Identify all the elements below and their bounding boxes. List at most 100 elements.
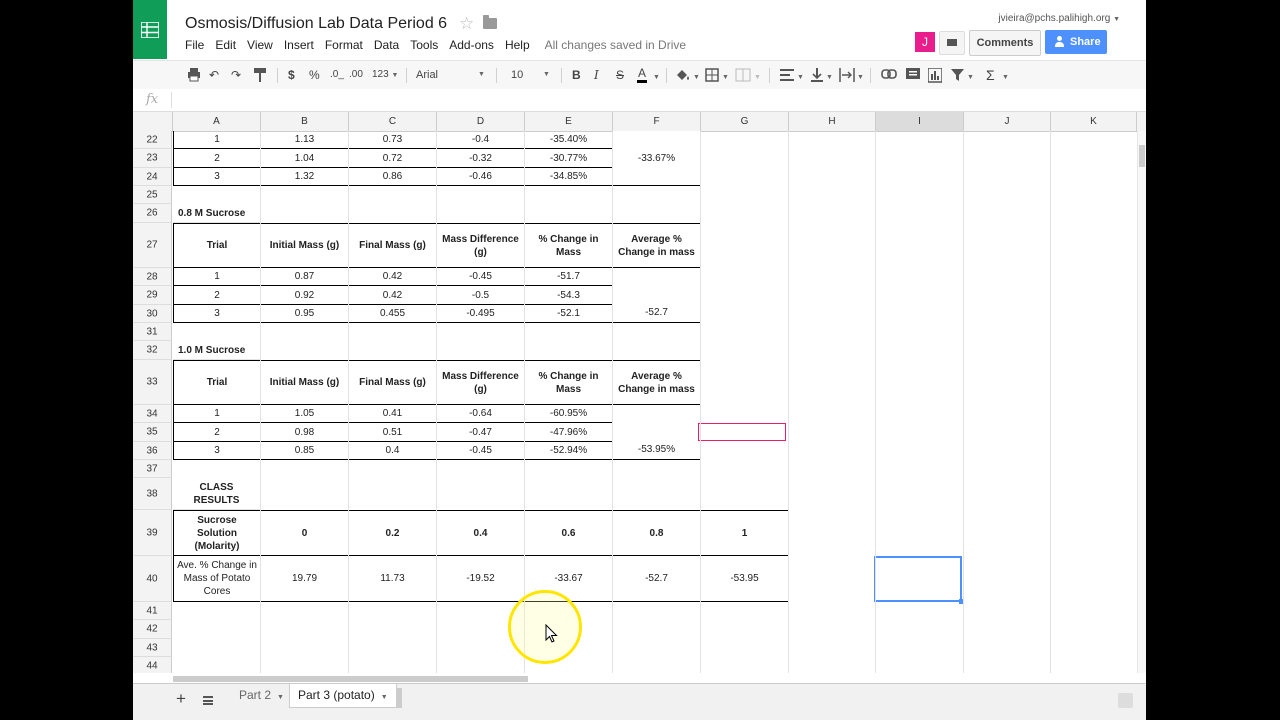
header-cell[interactable]: Trial	[173, 223, 261, 268]
cell[interactable]: 0.92	[261, 286, 349, 305]
sheets-logo-icon[interactable]	[133, 0, 167, 59]
cell[interactable]: 19.79	[261, 556, 349, 602]
row-header[interactable]: 24	[133, 168, 172, 186]
column-header[interactable]: G	[701, 112, 789, 131]
cell[interactable]: -34.85%	[525, 168, 613, 186]
cell[interactable]: 1.04	[261, 149, 349, 168]
add-sheet-icon[interactable]: +	[176, 689, 186, 709]
cell[interactable]: -0.495	[437, 305, 525, 323]
column-header[interactable]: C	[349, 112, 437, 131]
header-cell[interactable]: Trial	[173, 360, 261, 405]
header-cell[interactable]: % Change in Mass	[525, 223, 613, 268]
row-header[interactable]: 43	[133, 639, 172, 657]
insert-chart-icon[interactable]	[928, 68, 942, 84]
row-header[interactable]: 41	[133, 602, 172, 620]
row-header[interactable]: 38	[133, 478, 172, 510]
section-label[interactable]: 0.8 M Sucrose	[173, 204, 261, 223]
cell[interactable]: 0.87	[261, 268, 349, 286]
menu-insert[interactable]: Insert	[284, 38, 314, 52]
menu-data[interactable]: Data	[374, 38, 399, 52]
cell[interactable]: 0.85	[261, 442, 349, 460]
column-header[interactable]: K	[1051, 112, 1137, 131]
bold-button[interactable]: B	[572, 67, 581, 83]
menu-edit[interactable]: Edit	[215, 38, 236, 52]
column-header[interactable]: H	[789, 112, 876, 131]
font-family-select[interactable]: Arial ▼	[416, 67, 486, 83]
text-wrapping-icon[interactable]	[839, 68, 855, 84]
menu-tools[interactable]: Tools	[410, 38, 438, 52]
tab-part-2[interactable]: Part 2 ▼	[231, 684, 292, 708]
cell[interactable]: 0.42	[349, 268, 437, 286]
cell[interactable]: 2	[173, 286, 261, 305]
strikethrough-button[interactable]: S	[616, 67, 624, 83]
column-header[interactable]: F	[613, 112, 701, 131]
row-header[interactable]: 34	[133, 405, 172, 423]
header-cell[interactable]: 1	[701, 510, 789, 556]
header-cell[interactable]: Initial Mass (g)	[261, 360, 349, 405]
cell[interactable]: 11.73	[349, 556, 437, 602]
folder-icon[interactable]	[483, 15, 497, 29]
column-header[interactable]: B	[261, 112, 349, 131]
text-color-caret-icon[interactable]: ▼	[653, 70, 660, 86]
cell[interactable]: -51.7	[525, 268, 613, 286]
header-cell[interactable]: 0.6	[525, 510, 613, 556]
cell[interactable]: -52.94%	[525, 442, 613, 460]
menu-view[interactable]: View	[247, 38, 273, 52]
cell[interactable]: 3	[173, 442, 261, 460]
cell[interactable]: 1.05	[261, 405, 349, 423]
merge-caret-icon[interactable]: ▼	[754, 70, 761, 86]
cell[interactable]: 0.72	[349, 149, 437, 168]
cell[interactable]: 0.41	[349, 405, 437, 423]
menu-addons[interactable]: Add-ons	[449, 38, 494, 52]
row-header[interactable]: 31	[133, 323, 172, 341]
wrap-caret-icon[interactable]: ▼	[857, 70, 864, 86]
percent-format-button[interactable]: %	[309, 67, 320, 83]
currency-format-button[interactable]: $	[288, 67, 295, 83]
cell[interactable]: -52.1	[525, 305, 613, 323]
cell[interactable]: 1	[173, 405, 261, 423]
row-header[interactable]: 39	[133, 510, 172, 556]
header-cell[interactable]: 0.2	[349, 510, 437, 556]
document-title[interactable]: Osmosis/Diffusion Lab Data Period 6	[185, 15, 447, 33]
share-button[interactable]: Share	[1045, 30, 1107, 54]
column-header-selected[interactable]: I	[876, 112, 964, 131]
header-cell[interactable]: 0	[261, 510, 349, 556]
insert-comment-icon[interactable]	[906, 68, 920, 84]
cell[interactable]: -0.4	[437, 131, 525, 149]
cell[interactable]: 0.95	[261, 305, 349, 323]
cell[interactable]: -0.32	[437, 149, 525, 168]
row-header[interactable]: 22	[133, 131, 172, 149]
save-status[interactable]: All changes saved in Drive	[545, 38, 686, 52]
star-icon[interactable]: ☆	[459, 14, 474, 34]
column-header[interactable]: J	[964, 112, 1051, 131]
cell[interactable]: 1.13	[261, 131, 349, 149]
row-header[interactable]: 28	[133, 268, 172, 286]
insert-link-icon[interactable]	[881, 69, 897, 85]
row-header[interactable]: 29	[133, 286, 172, 305]
header-cell[interactable]: Sucrose Solution (Molarity)	[173, 510, 261, 556]
row-header[interactable]: 30	[133, 305, 172, 323]
decrease-decimal-button[interactable]: .0_	[330, 67, 344, 83]
fill-color-icon[interactable]	[675, 68, 691, 84]
explore-icon[interactable]	[1118, 693, 1133, 708]
section-label[interactable]: 1.0 M Sucrose	[173, 341, 261, 360]
row-header[interactable]: 25	[133, 186, 172, 204]
functions-button[interactable]: Σ	[986, 67, 995, 83]
header-cell[interactable]: Average % Change in mass	[613, 223, 701, 268]
cell[interactable]: -30.77%	[525, 149, 613, 168]
cell[interactable]: -47.96%	[525, 423, 613, 442]
cell[interactable]: 2	[173, 423, 261, 442]
font-size-select[interactable]: 10 ▼	[511, 67, 551, 83]
cell[interactable]: 0.86	[349, 168, 437, 186]
header-cell[interactable]: % Change in Mass	[525, 360, 613, 405]
cell[interactable]: Ave. % Change in Mass of Potato Cores	[173, 556, 261, 602]
cell[interactable]: -52.7	[613, 556, 701, 602]
redo-icon[interactable]: ↷	[231, 67, 241, 83]
average-cell[interactable]: -33.67%	[613, 131, 701, 186]
cell[interactable]: 3	[173, 305, 261, 323]
cell[interactable]: 1.32	[261, 168, 349, 186]
header-cell[interactable]: Mass Difference (g)	[437, 223, 525, 268]
merge-cells-icon[interactable]	[735, 68, 751, 84]
functions-caret-icon[interactable]: ▼	[1002, 70, 1009, 86]
italic-button[interactable]: I	[594, 67, 599, 83]
